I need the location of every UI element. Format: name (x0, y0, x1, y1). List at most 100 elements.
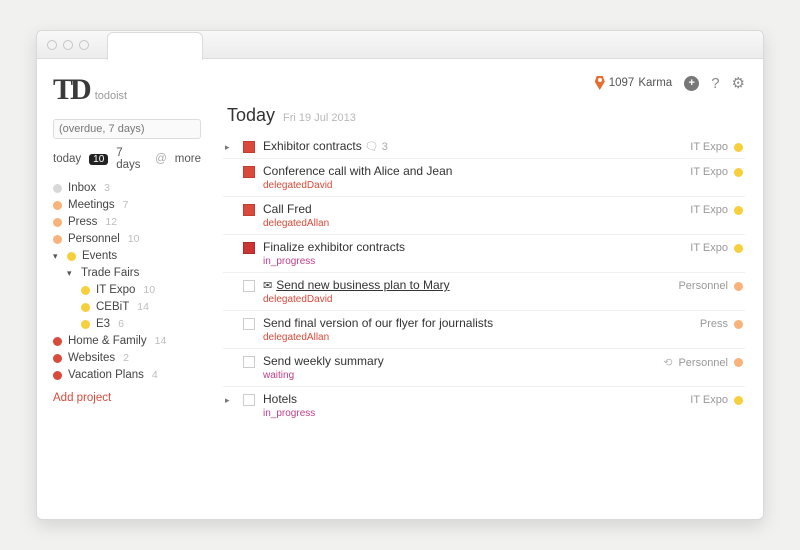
sidebar-item-cebit[interactable]: CEBiT 14 (53, 300, 201, 314)
task-label[interactable]: delegatedDavid (263, 180, 682, 191)
project-color-icon (734, 320, 743, 329)
sidebar-item-count: 4 (152, 369, 158, 381)
window-minimize-icon[interactable] (63, 40, 73, 50)
task-label[interactable]: in_progress (263, 408, 682, 419)
task-project-name[interactable]: Personnel (678, 357, 728, 369)
task-project-name[interactable]: Personnel (678, 280, 728, 292)
task-project-name[interactable]: IT Expo (690, 166, 728, 178)
task-checkbox[interactable] (243, 356, 255, 368)
task-title[interactable]: Conference call with Alice and Jean (263, 164, 452, 178)
project-color-icon (81, 320, 90, 329)
task-project-name[interactable]: IT Expo (690, 204, 728, 216)
sidebar-item-label: IT Expo (96, 284, 135, 296)
task-checkbox[interactable] (243, 166, 255, 178)
task-row[interactable]: ✉ Send new business plan to Mary delegated… (223, 273, 745, 311)
task-meta: IT Expo (690, 392, 743, 406)
task-row[interactable]: Call Fred delegatedAllan IT Expo (223, 197, 745, 235)
window-maximize-icon[interactable] (79, 40, 89, 50)
filter-labels-icon[interactable]: @ (155, 153, 167, 165)
filter-more[interactable]: more (175, 153, 201, 165)
sidebar-item-count: 2 (123, 352, 129, 364)
sidebar-item-trade-fairs[interactable]: ▾ Trade Fairs (53, 266, 201, 280)
task-body: Call Fred delegatedAllan (263, 202, 682, 229)
window-controls[interactable] (47, 40, 89, 50)
filter-7days[interactable]: 7 days (116, 147, 147, 171)
logo-mark-icon: TD (53, 73, 89, 107)
sidebar-item-it-expo[interactable]: IT Expo 10 (53, 283, 201, 297)
project-color-icon (734, 244, 743, 253)
task-checkbox[interactable] (243, 141, 255, 153)
add-project-button[interactable]: Add project (53, 392, 201, 404)
filter-bar: today 10 7 days @ more (53, 147, 201, 171)
task-title[interactable]: Send weekly summary (263, 354, 384, 368)
task-project-name[interactable]: IT Expo (690, 242, 728, 254)
search-input[interactable] (53, 119, 201, 139)
add-task-button[interactable]: + (684, 76, 699, 91)
project-color-icon (53, 235, 62, 244)
task-title[interactable]: Call Fred (263, 202, 312, 216)
task-project-name[interactable]: Press (700, 318, 728, 330)
sidebar-item-inbox[interactable]: Inbox 3 (53, 181, 201, 195)
chevron-down-icon[interactable]: ▾ (67, 268, 75, 279)
sidebar-item-count: 3 (104, 182, 110, 194)
top-bar: 1097 Karma + ? ⚙ (223, 73, 745, 93)
karma-indicator[interactable]: 1097 Karma (595, 76, 672, 90)
sidebar-item-personnel[interactable]: Personnel 10 (53, 232, 201, 246)
project-color-icon (734, 358, 743, 367)
task-title[interactable]: Finalize exhibitor contracts (263, 240, 405, 254)
sidebar-item-label: Events (82, 250, 117, 262)
sidebar-item-home-family[interactable]: Home & Family 14 (53, 334, 201, 348)
task-row[interactable]: Send final version of our flyer for jour… (223, 311, 745, 349)
task-meta: IT Expo (690, 164, 743, 178)
project-color-icon (53, 184, 62, 193)
sidebar-item-events[interactable]: ▾ Events (53, 249, 201, 263)
task-project-name[interactable]: IT Expo (690, 394, 728, 406)
task-title[interactable]: Send new business plan to Mary (276, 278, 449, 292)
task-checkbox[interactable] (243, 318, 255, 330)
window-close-icon[interactable] (47, 40, 57, 50)
sidebar-item-vacation-plans[interactable]: Vacation Plans 4 (53, 368, 201, 382)
task-title[interactable]: Hotels (263, 392, 297, 406)
task-checkbox[interactable] (243, 204, 255, 216)
sidebar: TD todoist today 10 7 days @ more Inbox … (37, 59, 213, 519)
expand-icon[interactable]: ▸ (225, 139, 235, 153)
sidebar-item-websites[interactable]: Websites 2 (53, 351, 201, 365)
filter-today[interactable]: today (53, 153, 81, 165)
sidebar-item-e3[interactable]: E3 6 (53, 317, 201, 331)
task-row[interactable]: Finalize exhibitor contracts in_progress I… (223, 235, 745, 273)
sidebar-item-count: 10 (128, 233, 140, 245)
sidebar-item-count: 10 (143, 284, 155, 296)
sidebar-item-label: Press (68, 216, 97, 228)
task-label[interactable]: delegatedAllan (263, 218, 682, 229)
chevron-down-icon[interactable]: ▾ (53, 251, 61, 262)
task-label[interactable]: waiting (263, 370, 655, 381)
task-checkbox[interactable] (243, 394, 255, 406)
expand-icon (225, 164, 235, 167)
app-window: TD todoist today 10 7 days @ more Inbox … (36, 30, 764, 520)
help-icon[interactable]: ? (711, 75, 719, 92)
expand-icon[interactable]: ▸ (225, 392, 235, 406)
task-label[interactable]: delegatedAllan (263, 332, 692, 343)
task-label[interactable]: in_progress (263, 256, 682, 267)
task-checkbox[interactable] (243, 280, 255, 292)
browser-tab[interactable] (107, 32, 203, 60)
task-label[interactable]: delegatedDavid (263, 294, 670, 305)
sidebar-item-label: Vacation Plans (68, 369, 144, 381)
email-icon: ✉ (263, 280, 272, 292)
task-project-name[interactable]: IT Expo (690, 141, 728, 153)
task-row[interactable]: ▸Exhibitor contracts 🗨 3IT Expo (223, 134, 745, 159)
sidebar-item-meetings[interactable]: Meetings 7 (53, 198, 201, 212)
gear-icon[interactable]: ⚙ (732, 74, 745, 92)
comment-icon[interactable]: 🗨 (362, 141, 379, 153)
task-row[interactable]: Send weekly summarywaiting⟲Personnel (223, 349, 745, 387)
task-row[interactable]: Conference call with Alice and Jean deleg… (223, 159, 745, 197)
sidebar-item-count: 14 (137, 301, 149, 313)
task-title[interactable]: Exhibitor contracts (263, 139, 362, 153)
task-row[interactable]: ▸ Hotels in_progress IT Expo (223, 387, 745, 424)
task-title[interactable]: Send final version of our flyer for jour… (263, 316, 493, 330)
content: TD todoist today 10 7 days @ more Inbox … (37, 59, 763, 519)
sidebar-item-press[interactable]: Press 12 (53, 215, 201, 229)
project-color-icon (734, 168, 743, 177)
task-checkbox[interactable] (243, 242, 255, 254)
main-panel: 1097 Karma + ? ⚙ Today Fri 19 Jul 2013 ▸… (213, 59, 763, 519)
